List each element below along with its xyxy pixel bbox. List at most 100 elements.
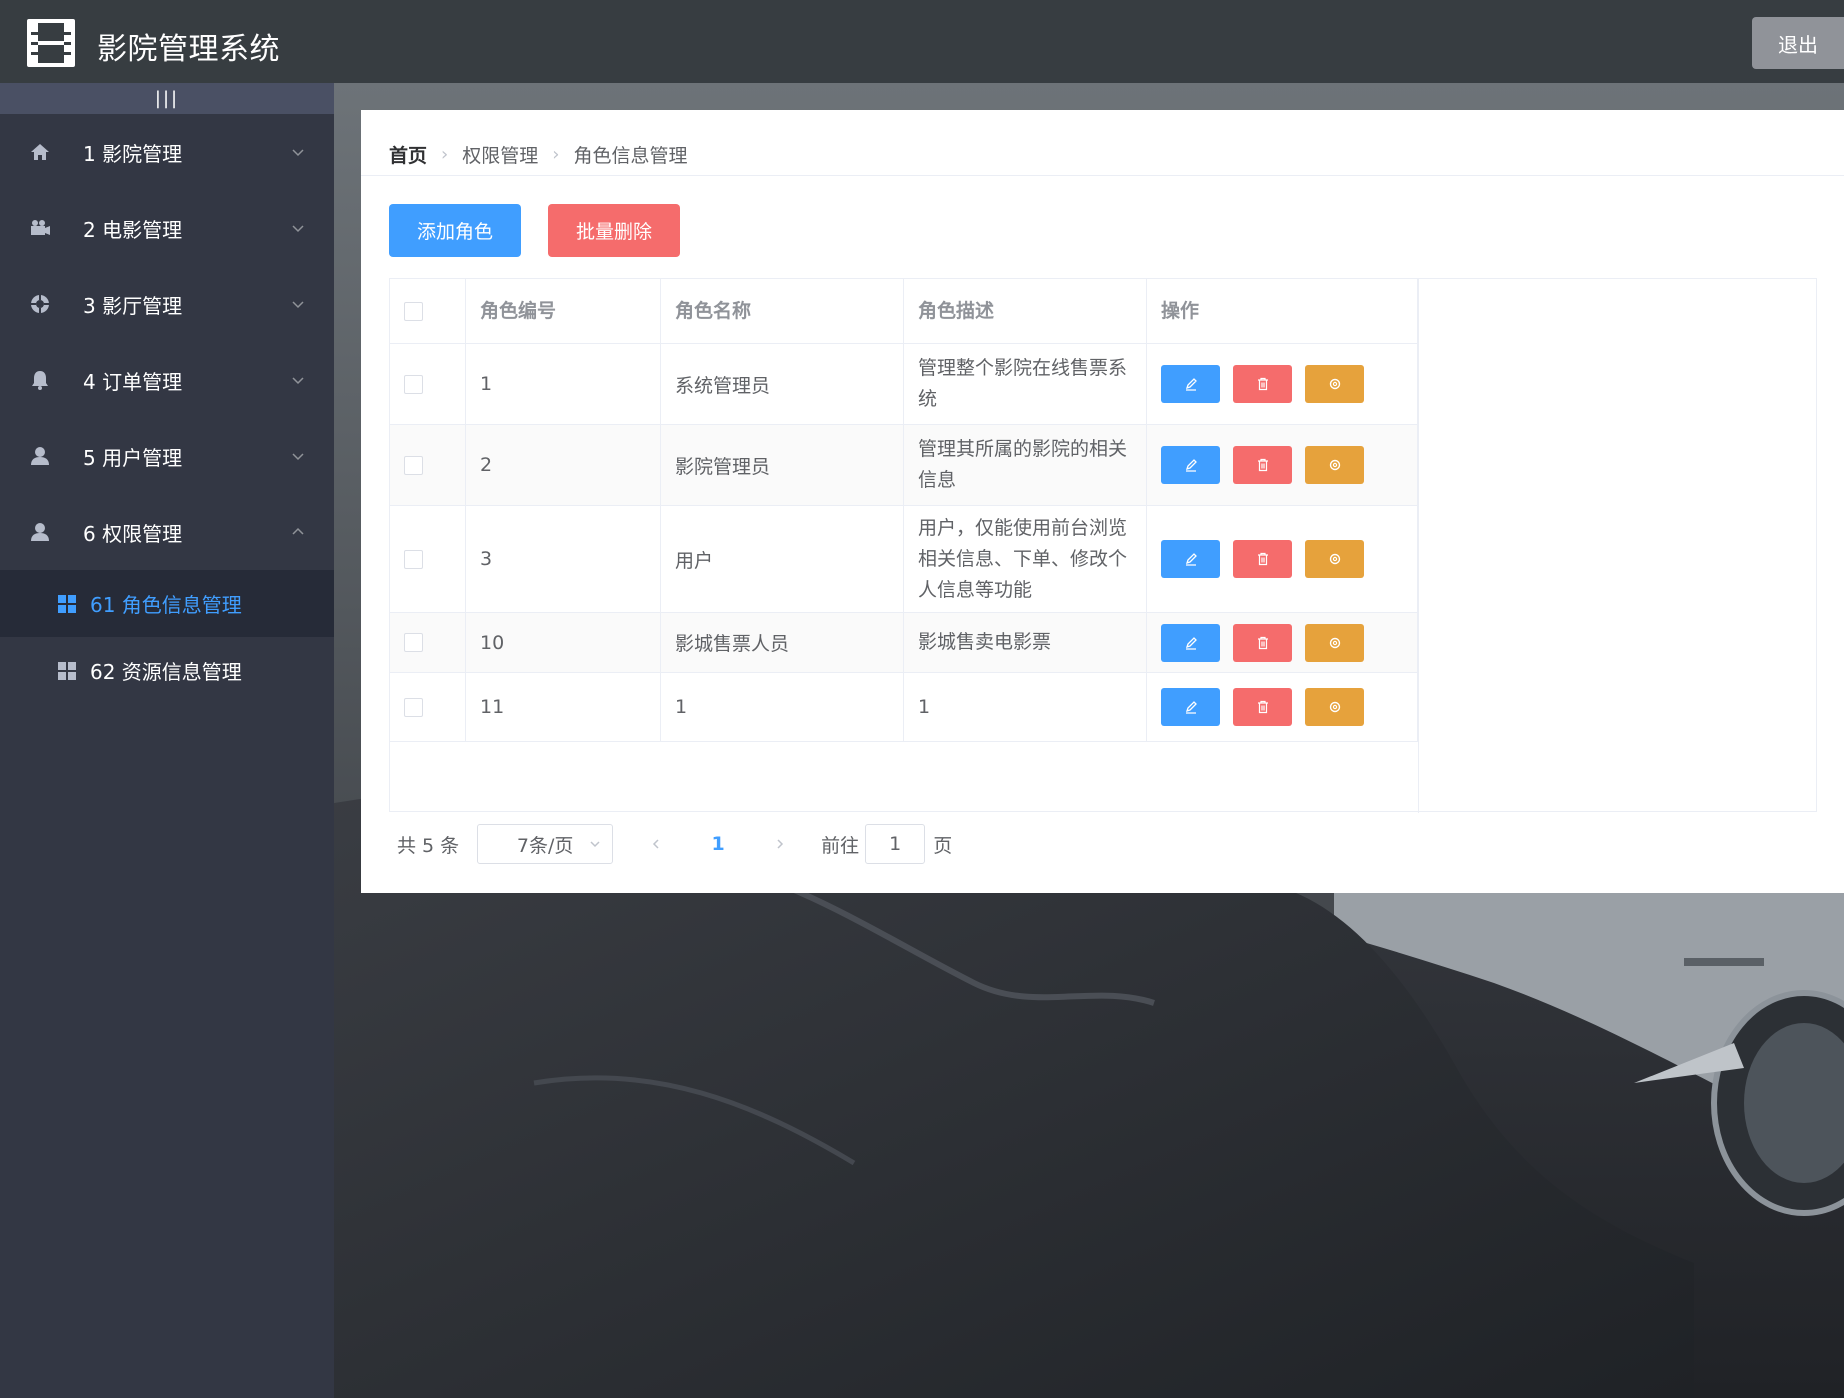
table-row: 1 系统管理员 管理整个影院在线售票系统: [390, 344, 1418, 425]
row-select-cell: [390, 344, 466, 424]
sidebar-item-label: 4 订单管理: [83, 369, 183, 394]
cell-actions: [1147, 506, 1418, 612]
sidebar-subitem-label: 61 角色信息管理: [90, 593, 242, 617]
settings-button[interactable]: [1305, 446, 1364, 484]
chevron-down-icon: [292, 301, 304, 309]
sidebar-item-hall[interactable]: 3 影厅管理: [0, 266, 334, 342]
pagination-total: 共 5 条: [397, 834, 460, 857]
cell-actions: [1147, 344, 1418, 424]
edit-button[interactable]: [1161, 365, 1220, 403]
user-icon: [29, 521, 51, 543]
sidebar-item-user[interactable]: 5 用户管理: [0, 418, 334, 494]
cell-role-id: 3: [466, 506, 661, 612]
prev-page-button[interactable]: [641, 824, 671, 864]
chevron-down-icon: [590, 841, 600, 848]
delete-button[interactable]: [1233, 688, 1292, 726]
chevron-down-icon: [292, 377, 304, 385]
page-number-current[interactable]: 1: [693, 833, 743, 855]
settings-button[interactable]: [1305, 365, 1364, 403]
sidebar-item-label: 3 影厅管理: [83, 293, 183, 318]
header-role-name: 角色名称: [661, 279, 904, 344]
gear-icon: [1329, 553, 1340, 565]
chevron-left-icon: [653, 839, 659, 849]
trash-icon: [1257, 552, 1268, 566]
table-row: 10 影城售票人员 影城售卖电影票: [390, 613, 1418, 673]
breadcrumb-separator-icon: ›: [552, 143, 560, 165]
row-checkbox[interactable]: [404, 374, 423, 394]
cell-role-name: 系统管理员: [661, 344, 904, 424]
role-table: 角色编号 角色名称 角色描述 操作 1 系统管理员 管理整个影院在线售票系统 2…: [389, 278, 1817, 813]
film-logo-icon: [27, 19, 75, 67]
row-checkbox[interactable]: [404, 633, 423, 652]
app-title: 影院管理系统: [97, 32, 280, 67]
sidebar-subitem-resource-info[interactable]: 62 资源信息管理: [0, 637, 334, 704]
sidebar-collapse-toggle[interactable]: |||: [0, 83, 334, 114]
sidebar: ||| 1 影院管理 2 电影管理 3 影厅管理 4 订单管理 5 用户管理 6…: [0, 83, 334, 1398]
chevron-right-icon: [777, 839, 784, 849]
trash-icon: [1257, 377, 1268, 391]
cell-actions: [1147, 673, 1418, 741]
next-page-button[interactable]: [765, 824, 795, 864]
chevron-down-icon: [292, 149, 304, 157]
breadcrumb-permission: 权限管理: [462, 144, 539, 167]
cell-role-desc: 管理整个影院在线售票系统: [904, 344, 1147, 424]
batch-delete-button[interactable]: 批量删除: [548, 204, 680, 257]
select-all-checkbox[interactable]: [404, 302, 423, 321]
table-row: 3 用户 用户，仅能使用前台浏览相关信息、下单、修改个人信息等功能: [390, 506, 1418, 613]
delete-button[interactable]: [1233, 365, 1292, 403]
gear-icon: [1329, 378, 1340, 390]
cell-role-name: 用户: [661, 506, 904, 612]
sidebar-subitem-role-info[interactable]: 61 角色信息管理: [0, 570, 334, 637]
row-checkbox[interactable]: [404, 455, 423, 475]
row-select-cell: [390, 425, 466, 505]
cell-role-name: 影院管理员: [661, 425, 904, 505]
cell-role-id: 2: [466, 425, 661, 505]
add-role-button[interactable]: 添加角色: [389, 204, 521, 257]
settings-button[interactable]: [1305, 688, 1364, 726]
logout-button[interactable]: 退出: [1752, 17, 1844, 69]
gear-icon: [1329, 637, 1340, 648]
sidebar-item-order[interactable]: 4 订单管理: [0, 342, 334, 418]
chevron-down-icon: [292, 453, 304, 461]
pagination: 共 5 条 7条/页 1 前往 页: [397, 824, 952, 864]
edit-button[interactable]: [1161, 688, 1220, 726]
sidebar-item-movie[interactable]: 2 电影管理: [0, 190, 334, 266]
sidebar-item-cinema[interactable]: 1 影院管理: [0, 114, 334, 190]
table-row: 2 影院管理员 管理其所属的影院的相关信息: [390, 425, 1418, 506]
delete-button[interactable]: [1233, 446, 1292, 484]
header-role-id: 角色编号: [466, 279, 661, 344]
page-size-select[interactable]: 7条/页: [477, 824, 614, 864]
sidebar-item-permission[interactable]: 6 权限管理: [0, 494, 334, 570]
delete-button[interactable]: [1233, 540, 1292, 578]
settings-button[interactable]: [1305, 623, 1364, 662]
home-icon: [29, 141, 51, 163]
cell-role-id: 1: [466, 344, 661, 424]
edit-button[interactable]: [1161, 540, 1220, 578]
cell-role-name: 1: [661, 673, 904, 741]
table-header: 角色编号 角色名称 角色描述 操作: [390, 279, 1418, 344]
row-checkbox[interactable]: [404, 697, 423, 717]
divider: [361, 175, 1844, 176]
trash-icon: [1257, 636, 1268, 649]
table-row: 11 1 1: [390, 673, 1418, 742]
edit-icon: [1185, 636, 1197, 650]
edit-button[interactable]: [1161, 446, 1220, 484]
settings-button[interactable]: [1305, 540, 1364, 578]
edit-button[interactable]: [1161, 623, 1220, 662]
top-header: 影院管理系统 退出: [0, 0, 1844, 83]
goto-page-input[interactable]: [865, 824, 926, 864]
trash-icon: [1257, 700, 1268, 714]
delete-button[interactable]: [1233, 623, 1292, 662]
cell-role-id: 11: [466, 673, 661, 741]
table-column-rule: [1418, 279, 1419, 813]
row-select-cell: [390, 673, 466, 741]
header-select-cell: [390, 279, 466, 344]
cell-role-id: 10: [466, 613, 661, 672]
row-checkbox[interactable]: [404, 549, 423, 569]
sidebar-item-label: 5 用户管理: [83, 445, 183, 470]
chevron-down-icon: [292, 225, 304, 233]
header-actions: 操作: [1147, 279, 1418, 344]
edit-icon: [1185, 459, 1197, 472]
sidebar-subitem-label: 62 资源信息管理: [90, 660, 242, 684]
breadcrumb-home[interactable]: 首页: [389, 141, 427, 168]
